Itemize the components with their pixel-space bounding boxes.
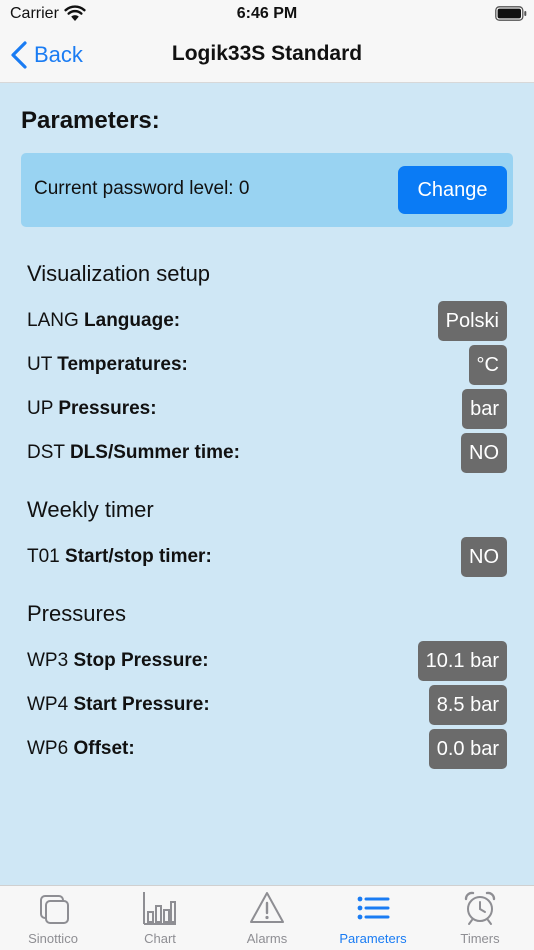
param-name: Start Pressure: [73, 694, 210, 715]
alarm-icon [250, 892, 284, 923]
tab-label: Chart [144, 931, 176, 946]
start-pressure-button[interactable]: 8.5 bar [428, 685, 507, 725]
start-stop-timer-button[interactable]: NO [461, 537, 507, 577]
tab-label: Sinottico [28, 931, 78, 946]
param-code: UP [27, 398, 54, 419]
param-code: DST [27, 442, 65, 463]
parameters-content: Parameters: Current password level: 0 Ch… [0, 83, 534, 885]
param-name: Start/stop timer: [65, 546, 212, 567]
list-icon [357, 896, 390, 920]
password-level-panel: Current password level: 0 Change [21, 153, 513, 227]
param-label: UT Temperatures: [27, 354, 188, 376]
alarm-clock-icon [464, 891, 496, 925]
battery-icon [495, 6, 527, 21]
param-row-wp4: WP4 Start Pressure: 8.5 bar [27, 685, 507, 725]
param-label: T01 Start/stop timer: [27, 546, 212, 568]
param-name: Stop Pressure: [73, 650, 209, 671]
pressure-unit-button[interactable]: bar [462, 389, 507, 429]
param-code: WP4 [27, 694, 69, 715]
tab-sinottico[interactable]: Sinottico [0, 886, 106, 950]
param-code: WP6 [27, 738, 69, 759]
chart-icon [143, 892, 176, 925]
group-title-pressures: Pressures [27, 601, 127, 626]
param-label: DST DLS/Summer time: [27, 442, 240, 464]
param-name: Pressures: [58, 398, 157, 419]
param-row-t01: T01 Start/stop timer: NO [27, 537, 507, 577]
param-row-ut: UT Temperatures: °C [27, 345, 507, 385]
param-name: Temperatures: [57, 354, 188, 375]
param-row-up: UP Pressures: bar [27, 389, 507, 429]
param-label: UP Pressures: [27, 398, 157, 420]
param-label: WP3 Stop Pressure: [27, 650, 209, 672]
language-value-button[interactable]: Polski [437, 301, 507, 341]
param-label: LANG Language: [27, 310, 180, 332]
temperature-unit-button[interactable]: °C [468, 345, 507, 385]
param-row-lang: LANG Language: Polski [27, 301, 507, 341]
group-title-visualization: Visualization setup [27, 261, 211, 286]
param-row-wp3: WP3 Stop Pressure: 10.1 bar [27, 641, 507, 681]
param-label: WP4 Start Pressure: [27, 694, 210, 716]
param-code: T01 [27, 546, 60, 567]
param-label: WP6 Offset: [27, 738, 135, 760]
param-name: Offset: [73, 738, 135, 759]
param-row-wp6: WP6 Offset: 0.0 bar [27, 729, 507, 769]
navigation-bar: Back Logik33S Standard [0, 30, 534, 83]
param-row-dst: DST DLS/Summer time: NO [27, 433, 507, 473]
change-password-button[interactable]: Change [398, 166, 507, 214]
page-title: Logik33S Standard [171, 42, 363, 65]
summer-time-button[interactable]: NO [461, 433, 507, 473]
status-bar: Carrier 6:46 PM [0, 0, 534, 30]
password-level-label: Current password level: 0 [34, 178, 250, 199]
tab-label: Parameters [339, 931, 407, 946]
tab-label: Alarms [246, 931, 288, 946]
tab-chart[interactable]: Chart [107, 886, 213, 950]
parameters-heading: Parameters: [21, 107, 160, 134]
status-time: 6:46 PM [236, 5, 298, 22]
param-name: DLS/Summer time: [69, 442, 240, 463]
param-code: UT [27, 354, 52, 375]
tab-parameters[interactable]: Parameters [320, 886, 426, 950]
tab-bar: Sinottico Chart Alarms Parameters Timers [0, 885, 534, 950]
group-title-weekly-timer: Weekly timer [27, 497, 154, 522]
param-name: Language: [84, 310, 181, 331]
offset-button[interactable]: 0.0 bar [428, 729, 507, 769]
stop-pressure-button[interactable]: 10.1 bar [417, 641, 507, 681]
tab-timers[interactable]: Timers [427, 886, 533, 950]
tab-label: Timers [460, 931, 500, 946]
tab-alarms[interactable]: Alarms [214, 886, 320, 950]
param-code: WP3 [27, 650, 69, 671]
sinottico-icon [40, 895, 69, 924]
param-code: LANG [27, 310, 79, 331]
